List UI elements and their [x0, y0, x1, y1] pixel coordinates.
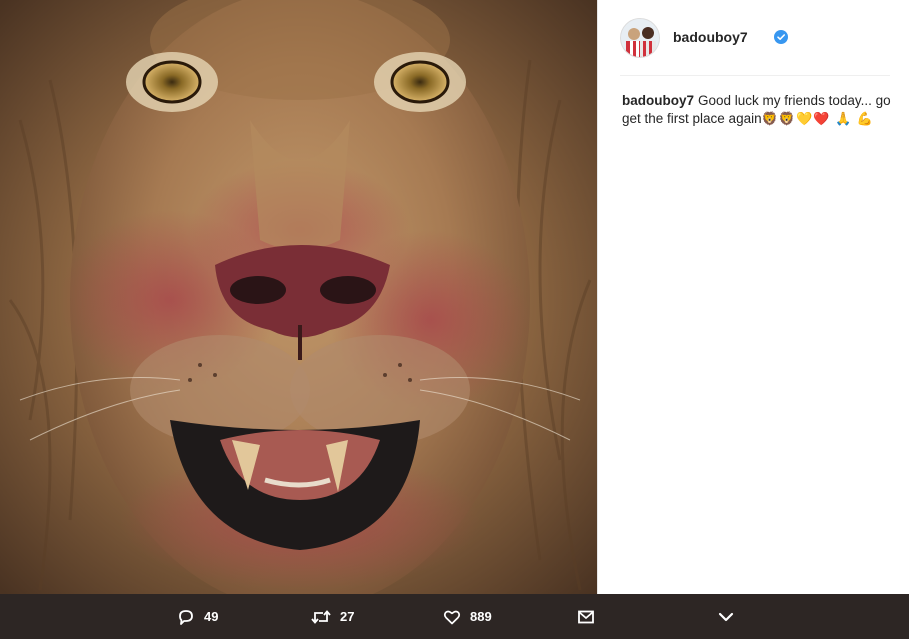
retweet-icon — [311, 609, 331, 624]
chevron-down-icon — [718, 612, 734, 621]
avatar[interactable] — [620, 18, 660, 58]
reply-count: 49 — [204, 609, 219, 624]
heart-icon — [443, 610, 461, 624]
retweet-button[interactable]: 27 — [311, 594, 354, 639]
avatar-image — [621, 19, 659, 57]
username[interactable]: badouboy7 — [673, 29, 748, 45]
envelope-icon — [578, 610, 594, 623]
retweet-count: 27 — [340, 609, 355, 624]
caption-emojis: 🦁🦁💛❤️ 🙏 💪 — [761, 111, 874, 126]
lion-photo — [0, 0, 597, 594]
post-header: badouboy7 — [620, 18, 890, 76]
caption-username[interactable]: badouboy7 — [622, 93, 694, 108]
verified-badge-icon — [774, 30, 788, 44]
post-photo — [0, 0, 597, 594]
tweet-action-bar: 49 27 889 — [0, 594, 909, 639]
like-button[interactable]: 889 — [443, 594, 492, 639]
post-caption: badouboy7 Good luck my friends today... g… — [622, 92, 894, 128]
speech-bubble-icon — [179, 609, 193, 625]
message-button[interactable] — [577, 594, 595, 639]
like-count: 889 — [470, 609, 492, 624]
post-sidebar: badouboy7 badouboy7 Good luck my friends … — [597, 0, 909, 594]
reply-button[interactable]: 49 — [177, 594, 218, 639]
more-button[interactable] — [717, 594, 735, 639]
